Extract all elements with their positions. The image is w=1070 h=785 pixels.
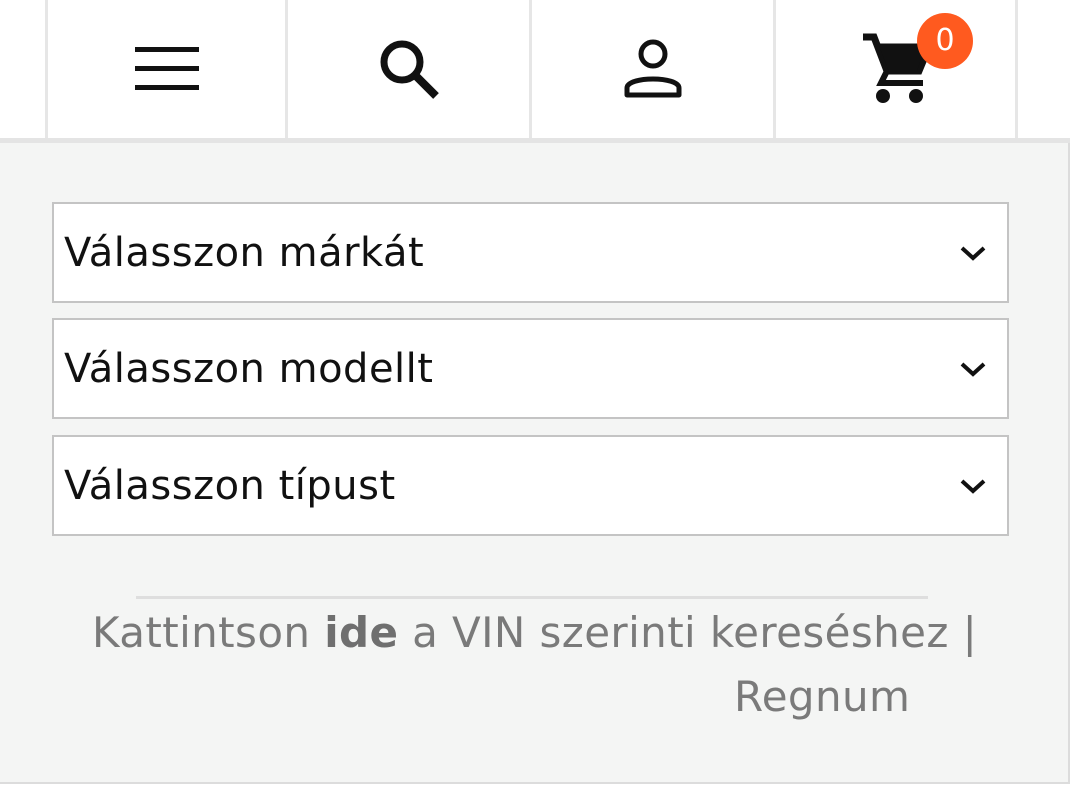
site-name-text: Regnum [734,672,911,721]
nav-divider [1015,0,1018,138]
search-icon [380,40,439,99]
menu-button[interactable] [48,0,285,138]
type-select-value: Válasszon típust [64,463,396,509]
brand-select[interactable]: Válasszon márkát [52,202,1009,303]
model-select[interactable]: Válasszon modellt [52,318,1009,419]
chevron-down-icon [959,244,987,266]
cart-count-badge: 0 [917,13,973,69]
hamburger-menu-icon [134,47,199,90]
model-select-value: Válasszon modellt [64,346,434,392]
brand-select-value: Válasszon márkát [64,230,425,276]
vin-search-suffix: a VIN szerinti kereséshez | [398,608,978,657]
search-button[interactable] [288,0,529,138]
vin-search-prefix: Kattintson [92,608,325,657]
cart-button[interactable] [776,0,1015,138]
chevron-down-icon [959,360,987,382]
vin-search-text: Kattintson ide a VIN szerinti kereséshez… [92,606,1017,660]
account-button[interactable] [532,0,773,138]
type-select[interactable]: Válasszon típust [52,435,1009,536]
divider [136,596,928,599]
top-navigation-bar: 0 [0,0,1070,140]
user-icon [624,39,681,98]
chevron-down-icon [959,477,987,499]
vin-search-link[interactable]: ide [324,608,398,657]
